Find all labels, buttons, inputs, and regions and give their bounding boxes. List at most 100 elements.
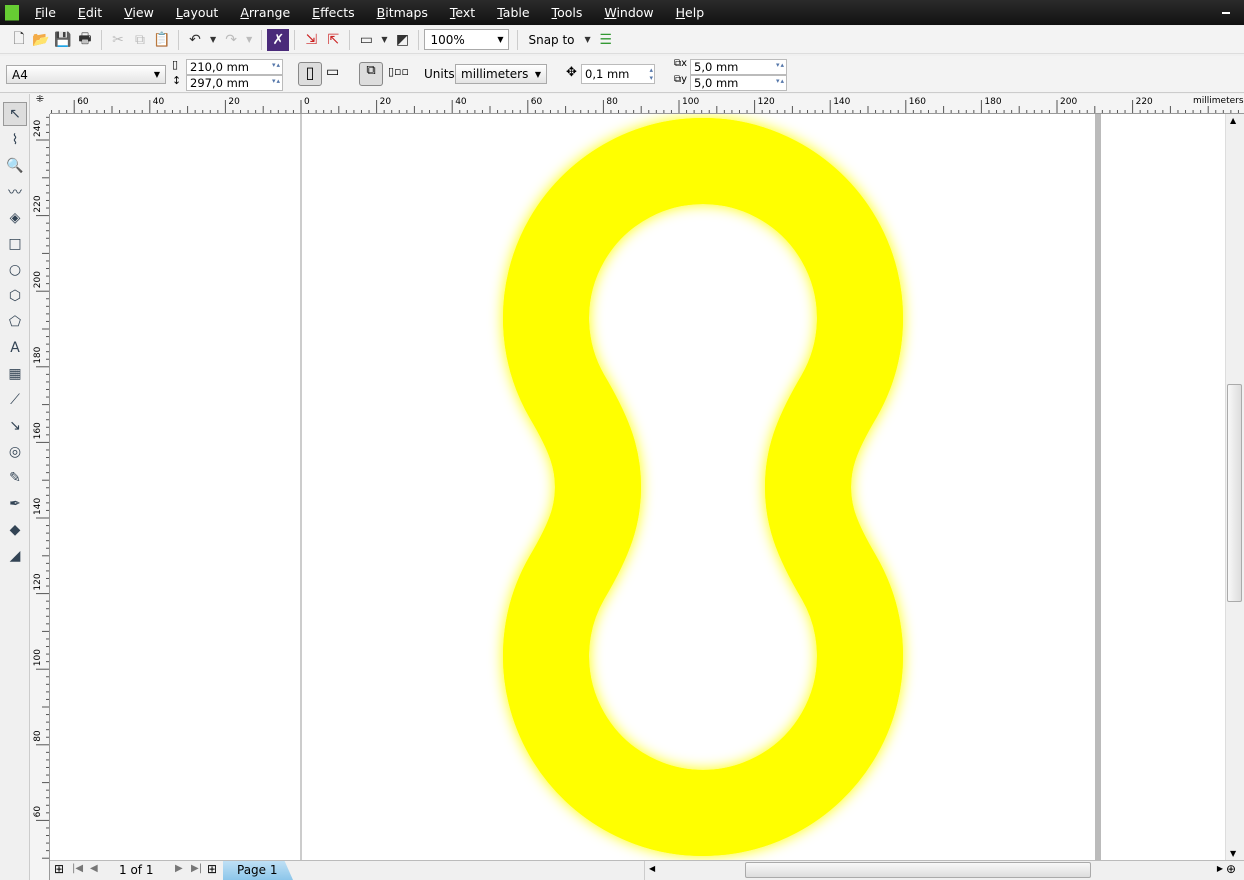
redo-dropdown-icon[interactable]: ▼ bbox=[246, 35, 252, 44]
scroll-left-icon[interactable]: ◀ bbox=[649, 864, 655, 873]
spin-buttons-icon[interactable]: ▾▴ bbox=[776, 61, 785, 69]
zoom-tool-icon[interactable]: 🔍 bbox=[3, 154, 27, 178]
horizontal-scroll-thumb[interactable] bbox=[745, 862, 1091, 878]
dimension-tool-icon[interactable]: ⟋ bbox=[3, 388, 27, 412]
eyedropper-tool-icon[interactable]: ✎ bbox=[3, 466, 27, 490]
page-height-field[interactable]: 297,0 mm ▾▴ bbox=[186, 75, 283, 91]
add-page-after-icon[interactable]: ⊞ bbox=[207, 862, 217, 876]
menu-window[interactable]: Window bbox=[604, 5, 653, 20]
scroll-right-icon[interactable]: ▶ bbox=[1217, 864, 1223, 873]
publish-pdf-icon[interactable]: ▭ bbox=[355, 29, 377, 51]
export-icon[interactable]: ⇱ bbox=[322, 29, 344, 51]
print-icon[interactable]: 🖶 bbox=[74, 29, 96, 51]
open-icon[interactable]: 📂 bbox=[30, 29, 52, 51]
duplicate-y-field[interactable]: 5,0 mm ▾▴ bbox=[690, 75, 787, 91]
portrait-icon[interactable]: ▯ bbox=[298, 62, 322, 86]
landscape-icon[interactable]: ▭ bbox=[326, 64, 339, 80]
menu-text[interactable]: Text bbox=[450, 5, 475, 20]
drawing-canvas[interactable] bbox=[50, 114, 1225, 860]
fill-tool-icon[interactable]: ◆ bbox=[3, 518, 27, 542]
menu-bitmaps[interactable]: Bitmaps bbox=[377, 5, 428, 20]
last-page-icon[interactable]: ▶| bbox=[191, 863, 202, 874]
minimize-button[interactable] bbox=[1222, 12, 1230, 14]
units-select[interactable]: millimeters ▼ bbox=[455, 64, 547, 84]
pick-tool-icon[interactable]: ↖ bbox=[3, 102, 27, 126]
interactive-effects-icon[interactable]: ◎ bbox=[3, 440, 27, 464]
page-width-field[interactable]: 210,0 mm ▾▴ bbox=[186, 59, 283, 75]
add-page-before-icon[interactable]: ⊞ bbox=[54, 862, 64, 876]
publish-dropdown-icon[interactable]: ▼ bbox=[381, 35, 387, 44]
current-page-icon[interactable]: ▯▫▫ bbox=[388, 65, 409, 78]
page-size-select[interactable]: A4 ▼ bbox=[6, 65, 166, 84]
snap-to-button[interactable]: Snap to bbox=[528, 33, 574, 47]
menu-tools[interactable]: Tools bbox=[552, 5, 583, 20]
ellipse-tool-icon[interactable]: ○ bbox=[3, 258, 27, 282]
previous-page-icon[interactable]: ◀ bbox=[90, 863, 98, 874]
table-tool-icon[interactable]: ▦ bbox=[3, 362, 27, 386]
units-label: Units: bbox=[424, 67, 459, 81]
all-pages-icon[interactable]: ⧉ bbox=[359, 62, 383, 86]
vertical-scroll-thumb[interactable] bbox=[1227, 384, 1242, 602]
vertical-scrollbar[interactable]: ▲ ▼ bbox=[1225, 114, 1244, 860]
new-document-icon[interactable]: 🗋 bbox=[8, 29, 30, 51]
spin-buttons-icon[interactable]: ▴ ▾ bbox=[649, 66, 653, 82]
zoom-navigator-icon[interactable]: ⊕ bbox=[1226, 862, 1236, 876]
duplicate-y-icon: ⧉y bbox=[674, 74, 688, 85]
ruler-label: 100 bbox=[682, 97, 699, 107]
spin-buttons-icon[interactable]: ▾▴ bbox=[272, 61, 281, 69]
menu-file[interactable]: File bbox=[35, 5, 56, 20]
menu-layout[interactable]: Layout bbox=[176, 5, 219, 20]
cut-icon[interactable]: ✂ bbox=[107, 29, 129, 51]
nudge-value: 0,1 mm bbox=[585, 67, 630, 81]
menu-view[interactable]: View bbox=[124, 5, 154, 20]
page-tab[interactable]: Page 1 bbox=[223, 861, 293, 880]
spin-buttons-icon[interactable]: ▾▴ bbox=[776, 77, 785, 85]
menu-help[interactable]: Help bbox=[676, 5, 705, 20]
zoom-level-combo[interactable]: 100% ▼ bbox=[424, 29, 510, 50]
drawing-svg bbox=[300, 114, 1101, 860]
options-checklist-icon[interactable]: ☰ bbox=[595, 29, 617, 51]
import-icon[interactable]: ⇲ bbox=[300, 29, 322, 51]
application-launcher-icon[interactable]: ◩ bbox=[391, 29, 413, 51]
interactive-fill-icon[interactable]: ◢ bbox=[3, 544, 27, 568]
search-content-icon[interactable]: ✗ bbox=[267, 28, 290, 51]
ruler-label: 140 bbox=[33, 498, 43, 515]
text-tool-icon[interactable]: A bbox=[3, 336, 27, 360]
menu-edit[interactable]: Edit bbox=[78, 5, 102, 20]
duplicate-x-field[interactable]: 5,0 mm ▾▴ bbox=[690, 59, 787, 75]
divider bbox=[349, 29, 351, 50]
basic-shapes-icon[interactable]: ⬠ bbox=[3, 310, 27, 334]
copy-icon[interactable]: ⧉ bbox=[129, 29, 151, 51]
smart-fill-icon[interactable]: ◈ bbox=[3, 206, 27, 230]
horizontal-ruler[interactable]: 60 40 20 0 20 40 60 80 100 120 140 160 180 200 220 bbox=[50, 94, 1244, 114]
menu-arrange[interactable]: Arrange bbox=[240, 5, 290, 20]
ruler-label: 140 bbox=[833, 97, 850, 107]
save-icon[interactable]: 💾 bbox=[52, 29, 74, 51]
polygon-tool-icon[interactable]: ⬡ bbox=[3, 284, 27, 308]
menu-effects[interactable]: Effects bbox=[312, 5, 355, 20]
outline-pen-icon[interactable]: ✒ bbox=[3, 492, 27, 516]
connector-tool-icon[interactable]: ↘ bbox=[3, 414, 27, 438]
contour-shape[interactable] bbox=[546, 161, 860, 813]
freehand-tool-icon[interactable]: 〰 bbox=[3, 180, 27, 204]
shape-tool-icon[interactable]: ⌇ bbox=[3, 128, 27, 152]
ruler-origin-icon[interactable]: ⁜ bbox=[30, 94, 50, 114]
horizontal-scrollbar[interactable]: ◀ ▶ bbox=[644, 861, 1227, 880]
snap-dropdown-icon[interactable]: ▼ bbox=[585, 35, 591, 44]
scroll-down-icon[interactable]: ▼ bbox=[1230, 849, 1236, 858]
ruler-label: 160 bbox=[909, 97, 926, 107]
vertical-ruler[interactable]: 240 220 200 180 160 140 120 100 80 60 bbox=[30, 114, 50, 880]
redo-icon[interactable]: ↷ bbox=[220, 29, 242, 51]
first-page-icon[interactable]: |◀ bbox=[72, 863, 83, 874]
next-page-icon[interactable]: ▶ bbox=[175, 863, 183, 874]
rectangle-tool-icon[interactable]: □ bbox=[3, 232, 27, 256]
page-height-value: 297,0 mm bbox=[190, 76, 249, 90]
undo-icon[interactable]: ↶ bbox=[184, 29, 206, 51]
nudge-distance-field[interactable]: 0,1 mm ▴ ▾ bbox=[581, 64, 655, 84]
scroll-up-icon[interactable]: ▲ bbox=[1230, 116, 1236, 125]
paste-icon[interactable]: 📋 bbox=[151, 29, 173, 51]
spin-buttons-icon[interactable]: ▾▴ bbox=[272, 77, 281, 85]
menu-table[interactable]: Table bbox=[497, 5, 529, 20]
duplicate-x-value: 5,0 mm bbox=[694, 60, 739, 74]
undo-dropdown-icon[interactable]: ▼ bbox=[210, 35, 216, 44]
